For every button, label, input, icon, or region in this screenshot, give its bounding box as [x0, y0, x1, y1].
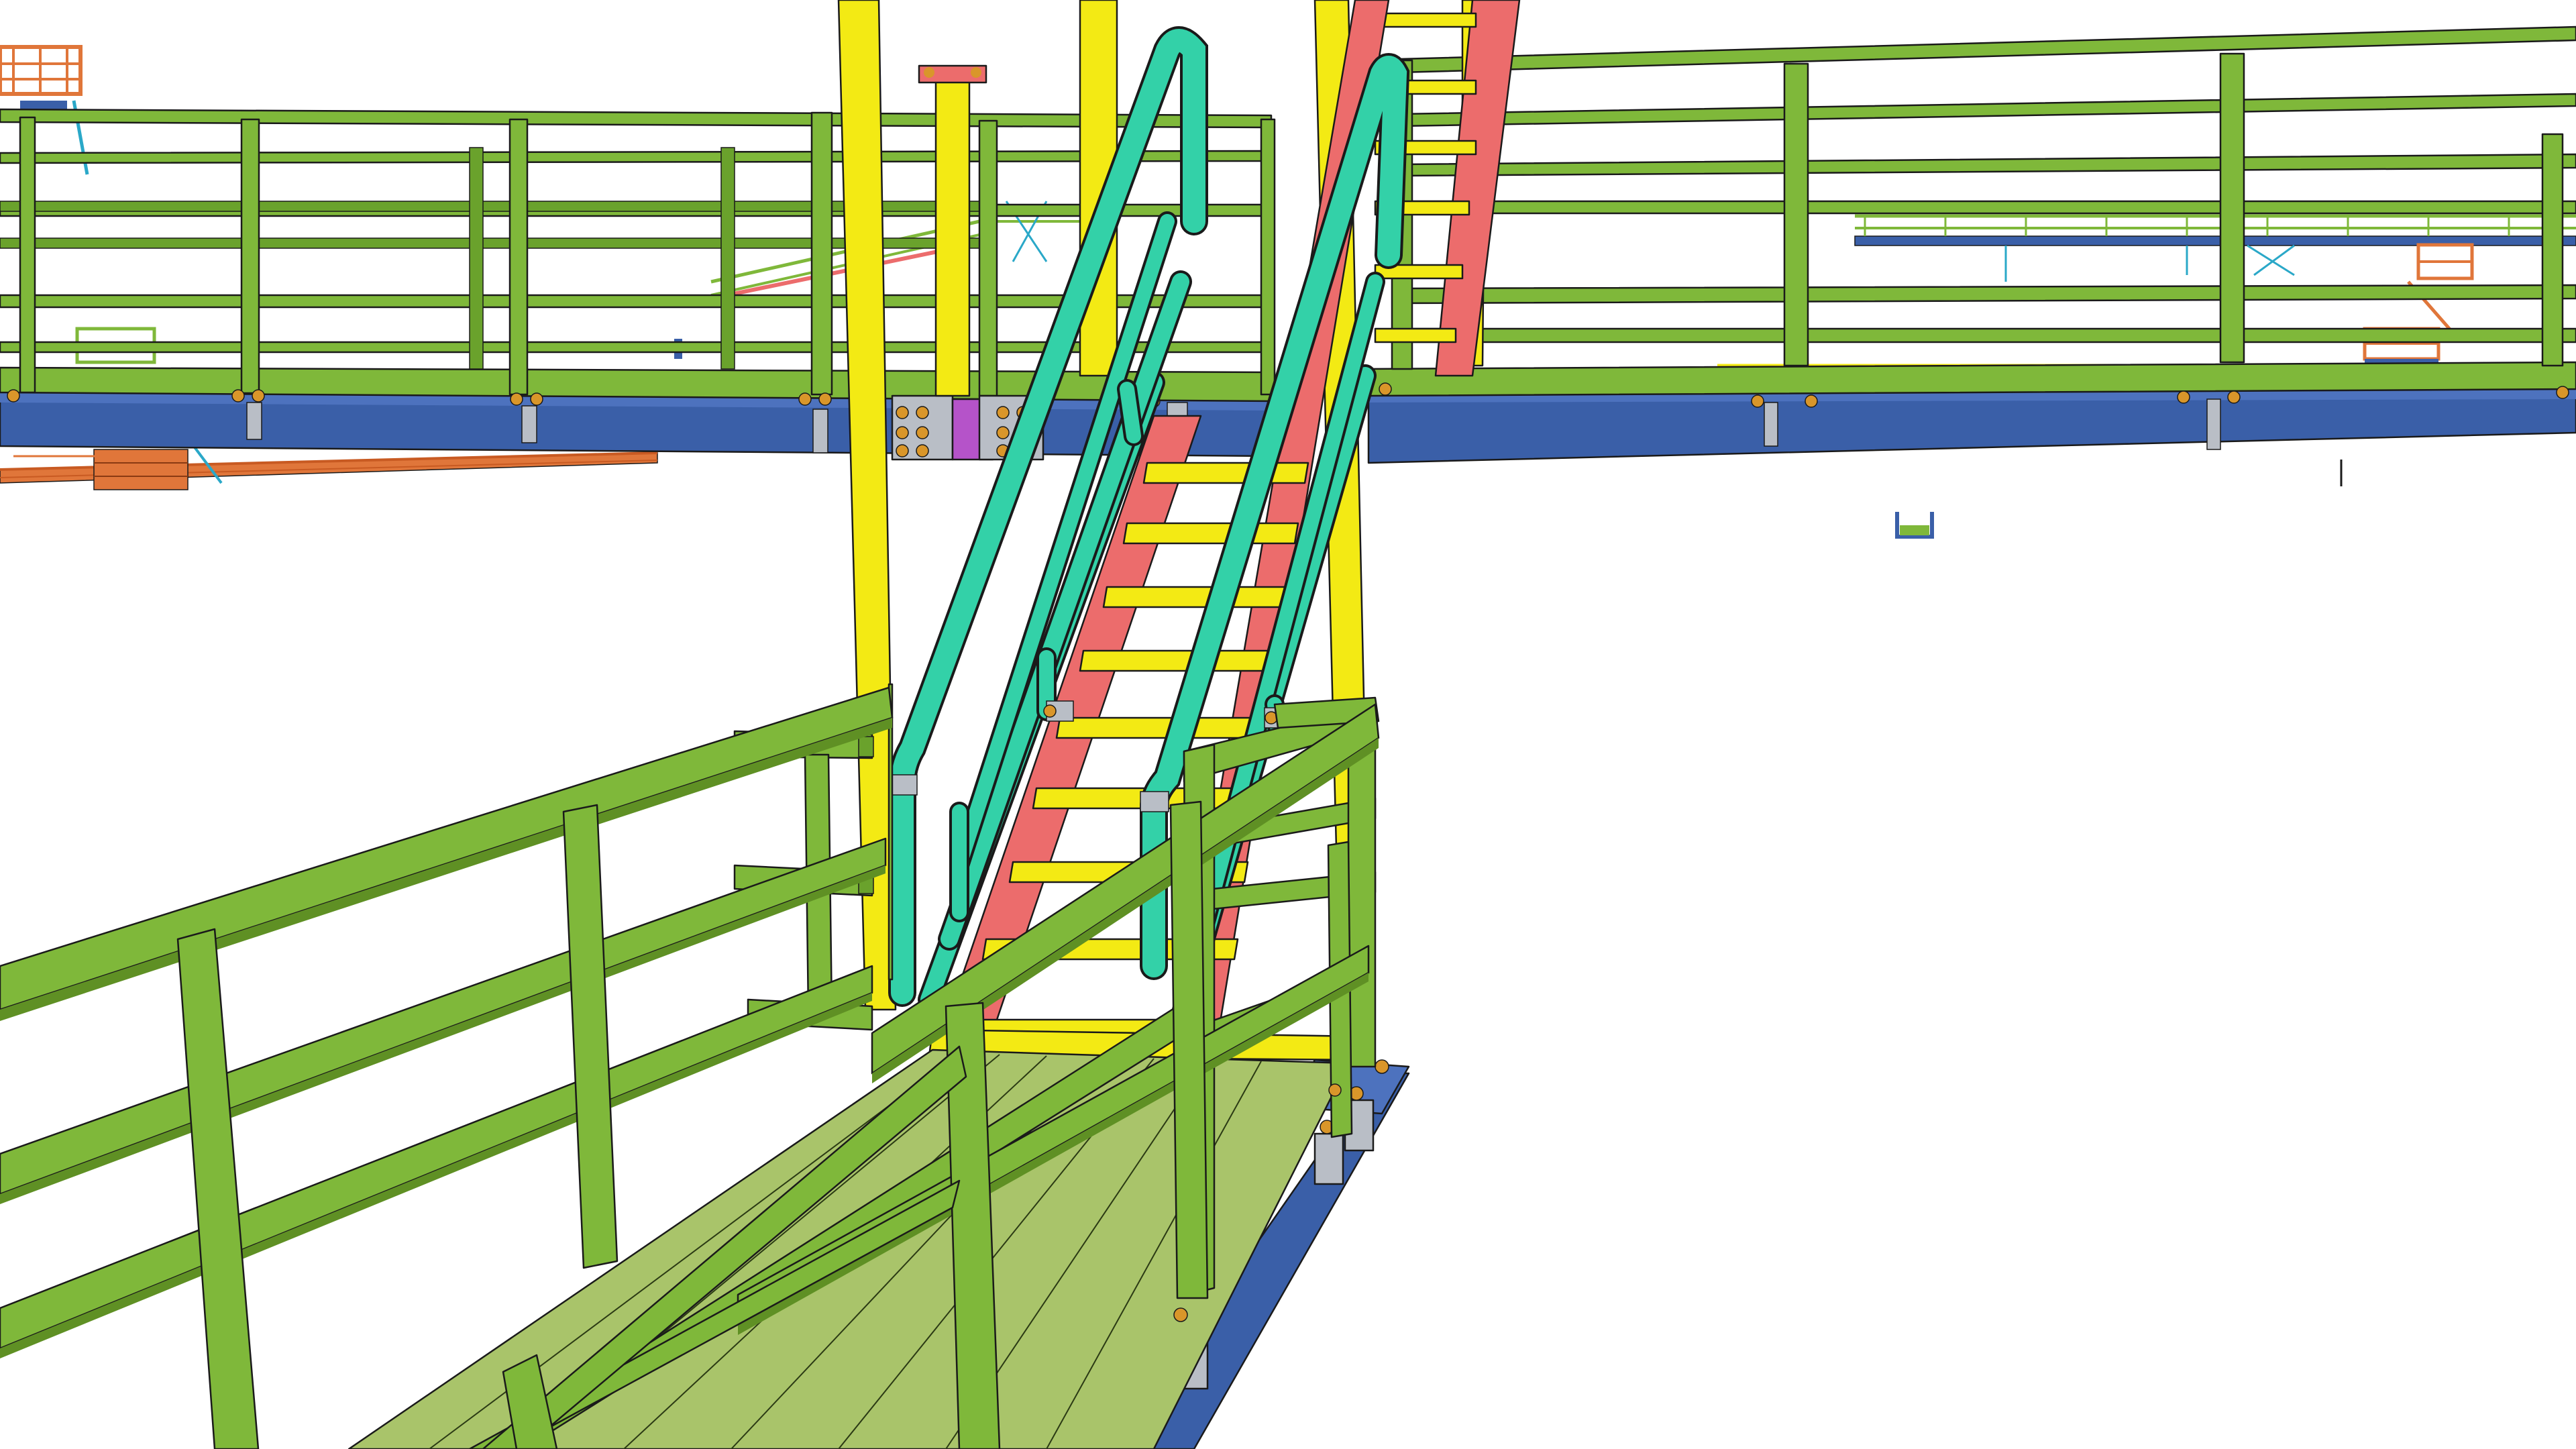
distant-orange-platform-right [2363, 243, 2474, 367]
distant-green-stair-center [75, 201, 1080, 364]
front-top-rail [0, 686, 894, 1011]
stair-tread [1055, 716, 1269, 739]
walkway-right-toeboard [1360, 361, 2576, 397]
stair-tread [1102, 586, 1289, 608]
model-viewport[interactable] [0, 0, 2576, 1449]
walkway-right-upper [1360, 25, 2576, 486]
stair-tread [1122, 522, 1299, 545]
column-rear-center [934, 79, 971, 397]
stair-tread [1142, 462, 1309, 484]
floating-bracket [1895, 512, 1934, 539]
handrail-post [562, 804, 619, 1269]
stair-tread [1079, 649, 1279, 672]
walkway-right-top-rail [1397, 25, 2576, 74]
steel-structure-3d-model[interactable] [0, 0, 2576, 1449]
handrail-post [176, 928, 260, 1449]
